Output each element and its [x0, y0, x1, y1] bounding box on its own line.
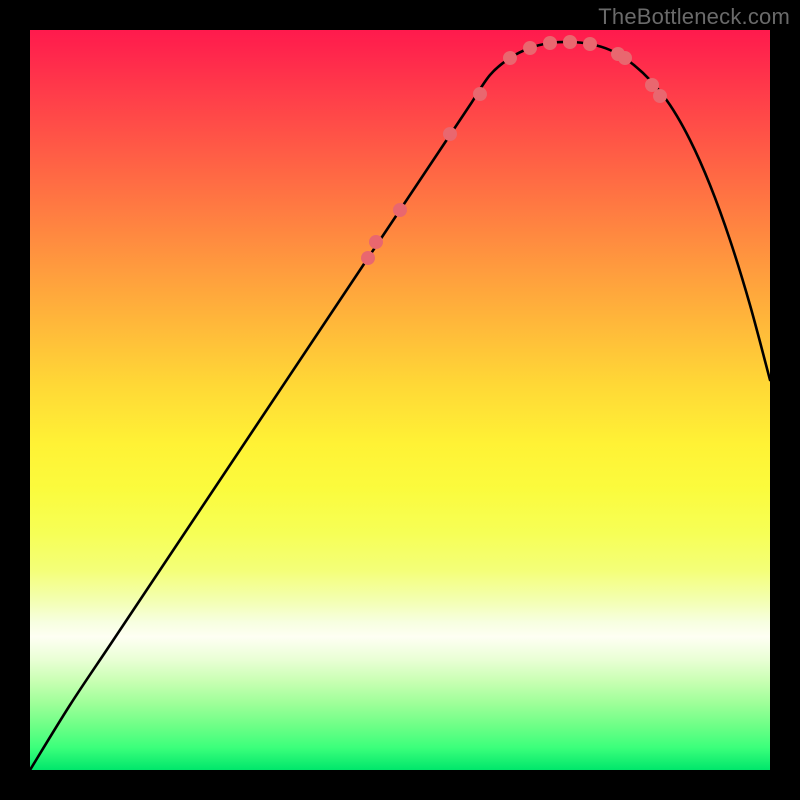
highlight-marker — [653, 89, 667, 103]
highlight-markers — [361, 35, 667, 265]
highlight-marker — [563, 35, 577, 49]
highlight-marker — [618, 51, 632, 65]
watermark-text: TheBottleneck.com — [598, 4, 790, 30]
highlight-marker — [443, 127, 457, 141]
plot-area — [30, 30, 770, 770]
bottleneck-curve — [30, 42, 770, 770]
highlight-marker — [523, 41, 537, 55]
highlight-marker — [393, 203, 407, 217]
chart-frame: TheBottleneck.com — [0, 0, 800, 800]
highlight-marker — [369, 235, 383, 249]
highlight-marker — [543, 36, 557, 50]
highlight-marker — [473, 87, 487, 101]
curve-svg — [30, 30, 770, 770]
highlight-marker — [503, 51, 517, 65]
highlight-marker — [361, 251, 375, 265]
highlight-marker — [583, 37, 597, 51]
